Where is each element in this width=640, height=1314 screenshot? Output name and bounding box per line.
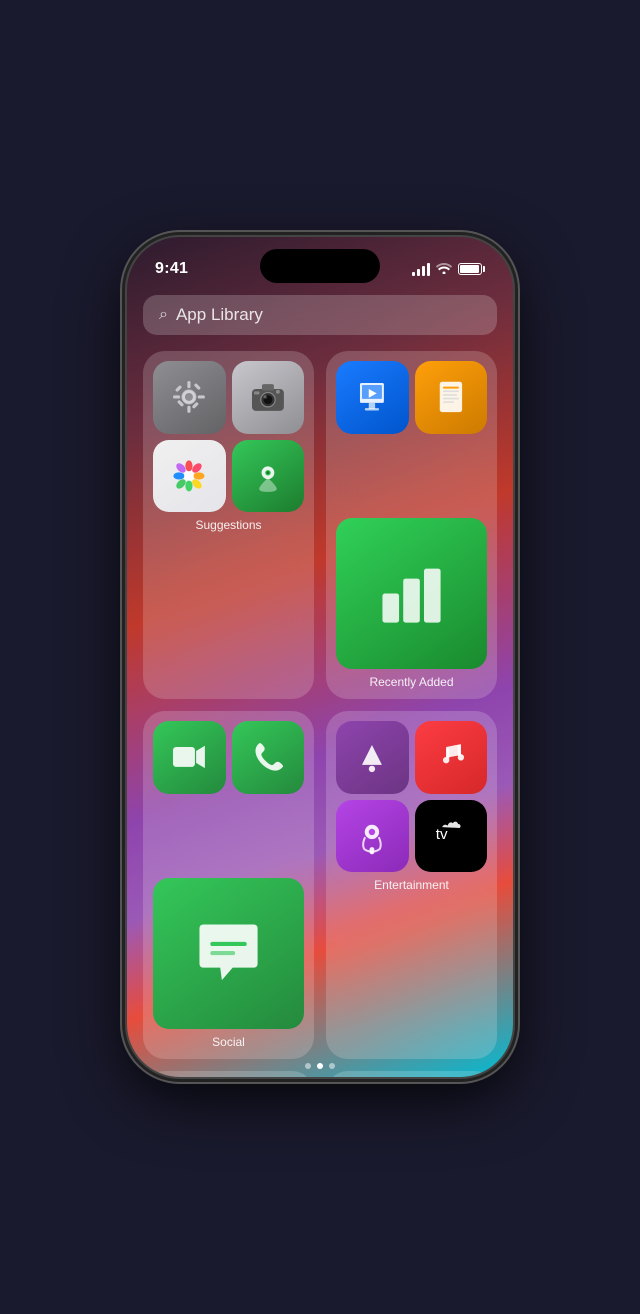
app-icon-apple-tv[interactable]: tv xyxy=(415,800,488,873)
signal-icon xyxy=(412,263,430,276)
recently-added-apps xyxy=(336,361,487,669)
suggestions-apps xyxy=(153,361,304,512)
app-icon-settings[interactable] xyxy=(153,361,226,434)
app-icon-podcasts[interactable] xyxy=(336,800,409,873)
search-icon: ⌕ xyxy=(159,306,168,324)
entertainment-label: Entertainment xyxy=(336,878,487,892)
app-icon-keynote[interactable] xyxy=(336,361,409,434)
app-icon-find-my[interactable] xyxy=(232,440,305,513)
app-icon-pages[interactable] xyxy=(415,361,488,434)
svg-text:tv: tv xyxy=(436,826,448,843)
page-indicator xyxy=(305,1063,335,1069)
suggestions-label: Suggestions xyxy=(153,518,304,532)
app-icon-itunes[interactable] xyxy=(336,721,409,794)
screen: 9:41 xyxy=(127,237,513,1077)
recently-added-label: Recently Added xyxy=(336,675,487,689)
app-icon-messages[interactable] xyxy=(153,878,304,1029)
battery-icon xyxy=(458,263,485,275)
wifi-icon xyxy=(436,261,452,277)
category-productivity[interactable]: → TUE 9 xyxy=(143,1071,314,1077)
search-bar[interactable]: ⌕ App Library xyxy=(143,295,497,335)
app-library-content: ⌕ App Library xyxy=(127,287,513,1077)
search-bar-label: App Library xyxy=(176,305,263,325)
app-category-grid: Suggestions xyxy=(143,351,497,1077)
social-apps xyxy=(153,721,304,1029)
category-recently-added[interactable]: Recently Added xyxy=(326,351,497,699)
social-label: Social xyxy=(153,1035,304,1049)
page-dot-2 xyxy=(317,1063,323,1069)
dynamic-island xyxy=(260,249,380,283)
status-icons xyxy=(412,261,485,277)
page-dot-1 xyxy=(305,1063,311,1069)
app-icon-numbers[interactable] xyxy=(336,518,487,669)
category-suggestions[interactable]: Suggestions xyxy=(143,351,314,699)
category-entertainment[interactable]: tv Entertainment xyxy=(326,711,497,1059)
entertainment-apps: tv xyxy=(336,721,487,872)
phone-frame: 9:41 xyxy=(125,235,515,1079)
category-information[interactable]: A 文 xyxy=(326,1071,497,1077)
category-social[interactable]: Social xyxy=(143,711,314,1059)
status-time: 9:41 xyxy=(155,260,188,278)
page-dot-3 xyxy=(329,1063,335,1069)
app-icon-facetime[interactable] xyxy=(153,721,226,794)
app-icon-photos[interactable] xyxy=(153,440,226,513)
app-icon-music[interactable] xyxy=(415,721,488,794)
app-icon-phone[interactable] xyxy=(232,721,305,794)
app-icon-camera[interactable] xyxy=(232,361,305,434)
